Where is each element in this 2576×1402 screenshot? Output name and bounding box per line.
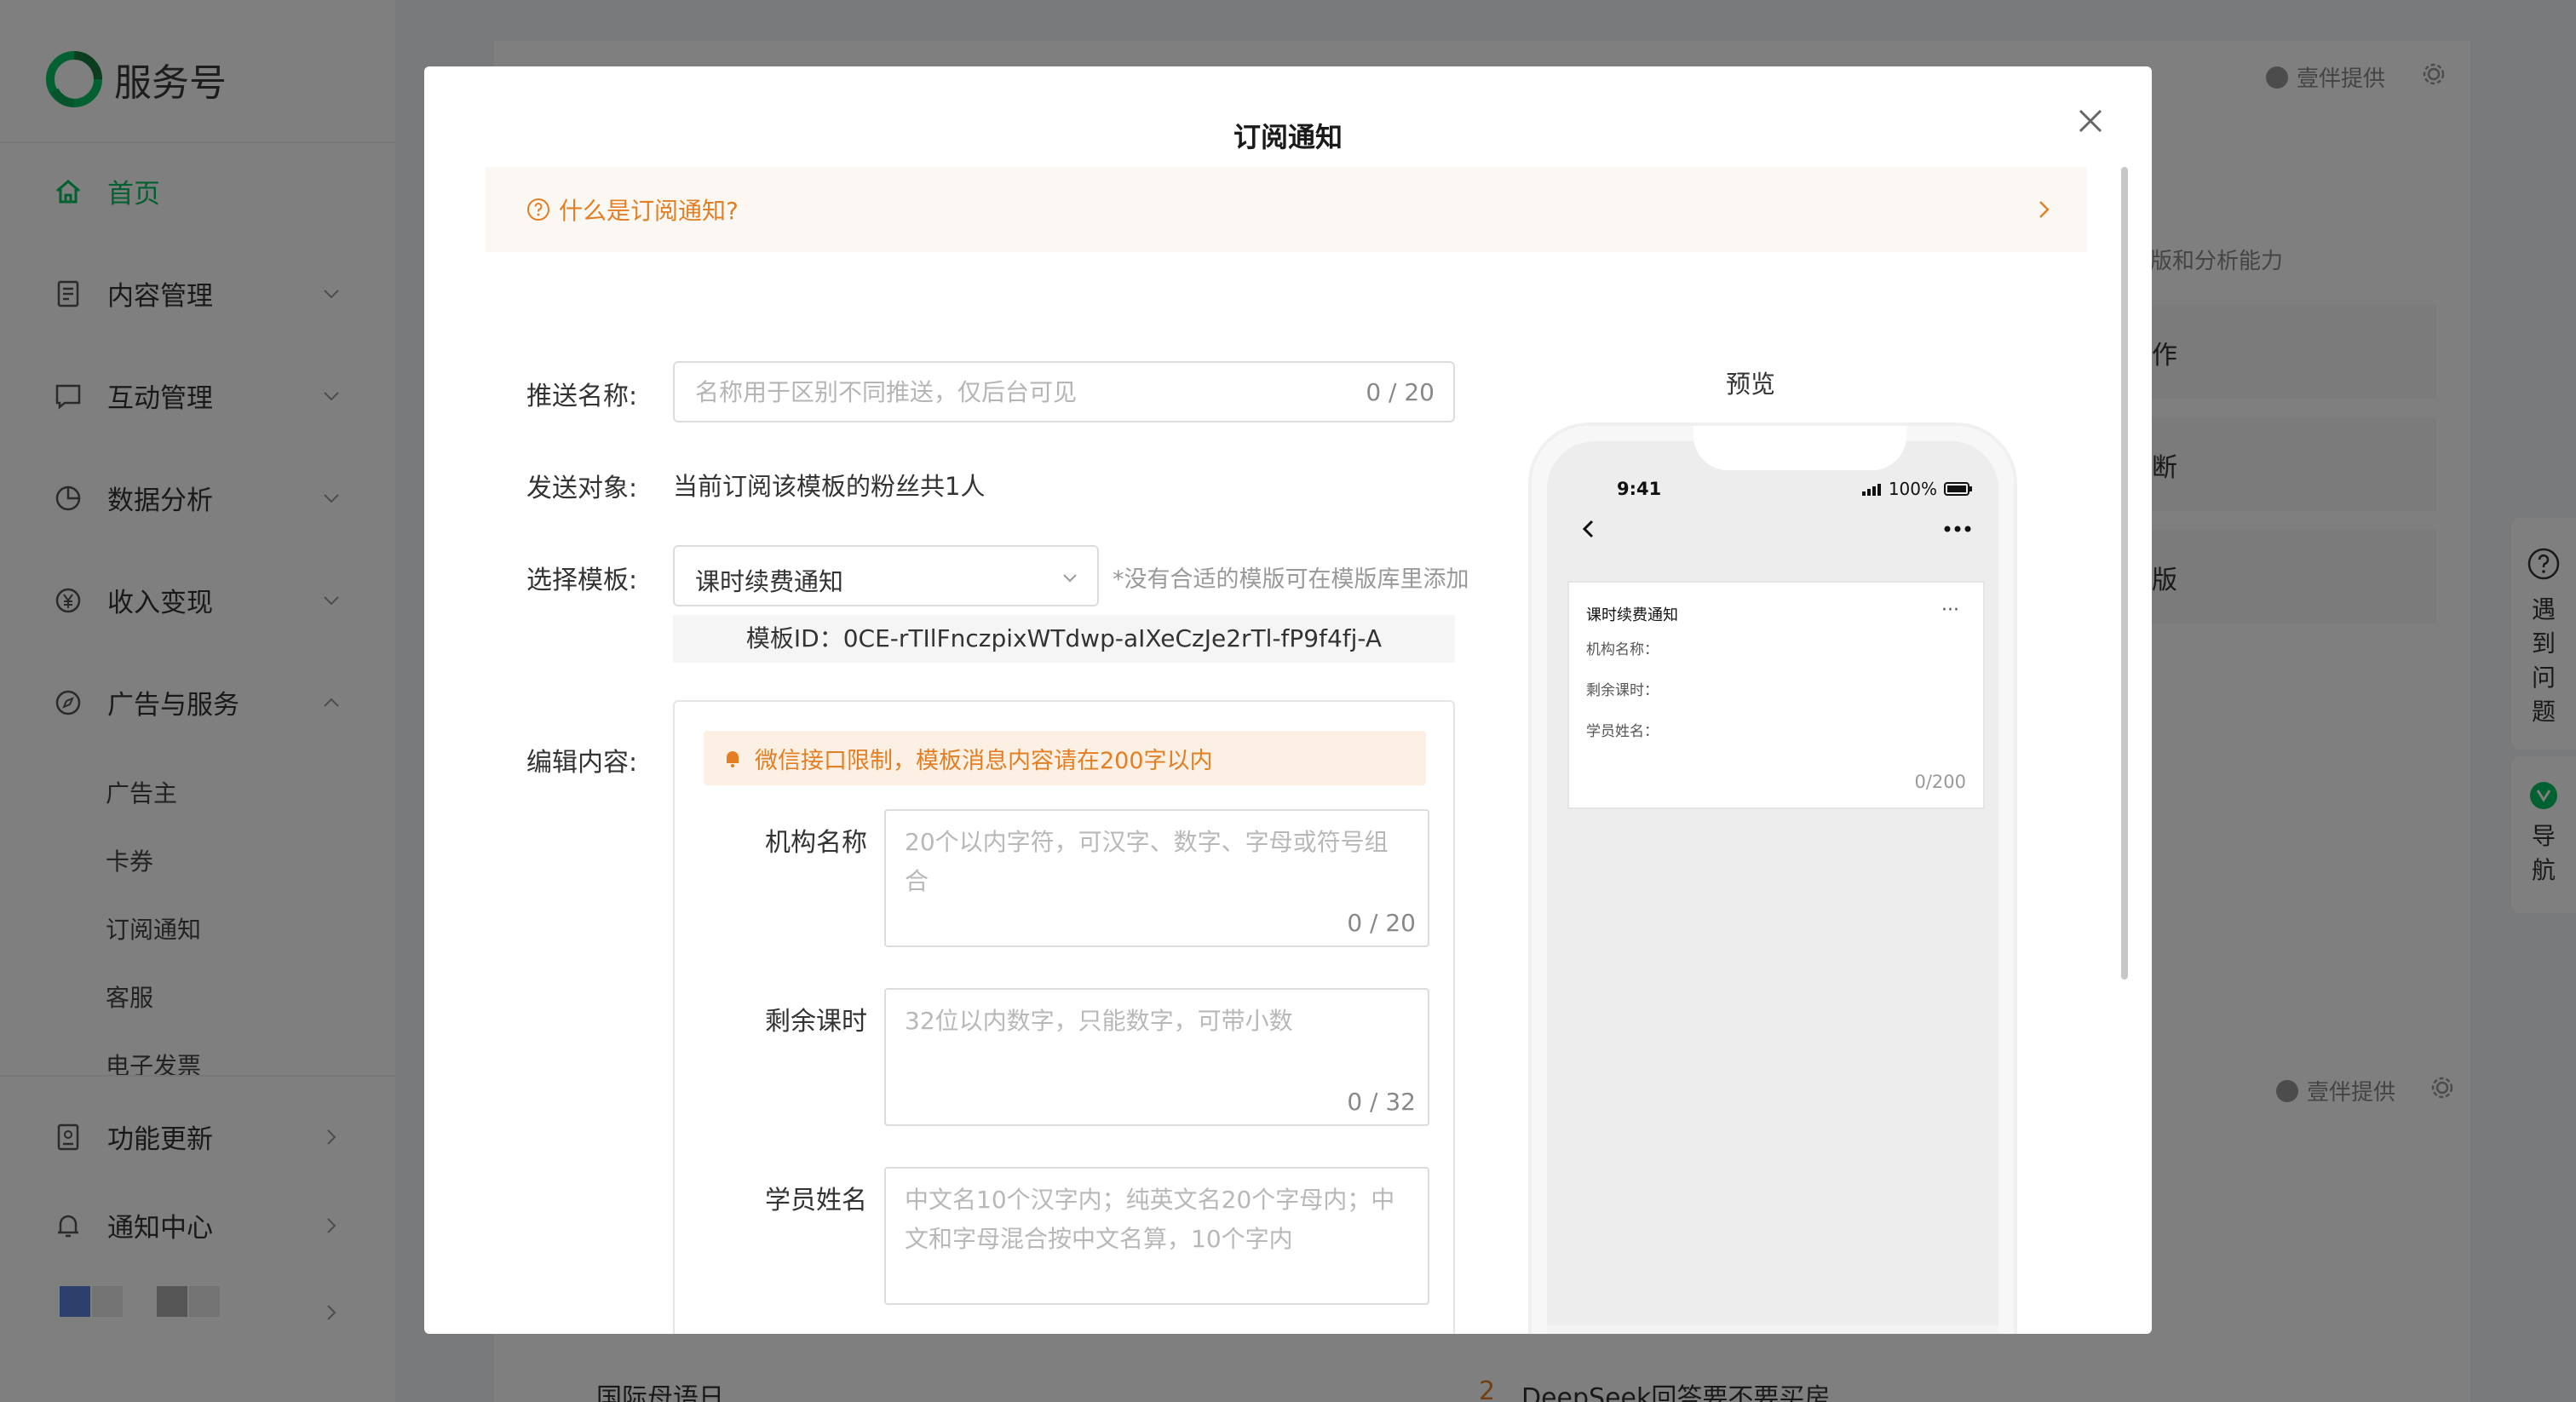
template-id: 模板ID：0CE-rTIlFnczpixWTdwp-aIXeCzJe2rTl-f… — [673, 615, 1455, 663]
phone-input-bar — [1547, 1325, 1998, 1334]
modal-title: 订阅通知 — [1233, 121, 1343, 153]
limit-warning-text: 微信接口限制，模板消息内容请在200字以内 — [755, 747, 1213, 774]
char-counter: 0 / 32 — [1347, 1088, 1416, 1116]
push-name-field[interactable]: 0 / 20 — [673, 361, 1455, 422]
status-time: 9:41 — [1617, 479, 1662, 499]
card-char-counter: 0/200 — [1914, 772, 1966, 792]
edit-content-label: 编辑内容: — [526, 748, 638, 778]
param-label-org-name: 机构名称 — [765, 828, 867, 858]
push-name-input[interactable] — [695, 363, 1325, 421]
char-counter: 0 / 20 — [1366, 378, 1435, 406]
param-field-org-name[interactable]: 0 / 20 — [884, 809, 1429, 947]
template-hint: *没有合适的模版可在模版库里添加 — [1113, 566, 1469, 593]
template-selected-value: 课时续费通知 — [695, 567, 844, 596]
battery-icon — [1944, 482, 1972, 496]
preview-title: 预览 — [1725, 370, 1775, 399]
char-counter: 0 / 20 — [1347, 909, 1416, 937]
phone-notch — [1693, 426, 1906, 470]
chevron-down-icon — [1063, 574, 1077, 583]
more-icon: ··· — [1941, 600, 1959, 621]
back-icon — [1582, 520, 1594, 538]
modal-scrollbar[interactable] — [2121, 167, 2128, 980]
card-field: 学员姓名： — [1586, 723, 1659, 740]
org-name-input[interactable] — [905, 823, 1407, 908]
chevron-right-icon — [2039, 201, 2050, 218]
banner-label: 什么是订阅通知? — [559, 197, 739, 225]
template-select[interactable]: 课时续费通知 — [673, 545, 1099, 606]
close-icon[interactable] — [2068, 99, 2113, 143]
param-label-remaining-hours: 剩余课时 — [765, 1007, 867, 1037]
remaining-hours-input[interactable] — [905, 1002, 1407, 1087]
what-is-subscription-banner[interactable]: 什么是订阅通知? — [486, 167, 2087, 252]
param-field-student-name[interactable] — [884, 1167, 1429, 1305]
card-field: 机构名称： — [1586, 641, 1659, 658]
student-name-input[interactable] — [905, 1181, 1407, 1266]
phone-preview: 9:41 100% 课时续费通知 ··· 机构名称： 剩余课时： 学员姓名： 0 — [1528, 422, 2017, 1334]
push-name-label: 推送名称: — [526, 382, 638, 411]
more-icon — [1944, 526, 1971, 532]
question-circle-icon — [527, 198, 549, 221]
limit-warning: 微信接口限制，模板消息内容请在200字以内 — [704, 731, 1426, 785]
subscription-notice-modal: 订阅通知 什么是订阅通知? 推送名称: 0 / 20 发送对象: 当前订阅该模板… — [424, 66, 2152, 1334]
template-label: 选择模板: — [526, 566, 638, 595]
phone-screen: 9:41 100% 课时续费通知 ··· 机构名称： 剩余课时： 学员姓名： 0 — [1547, 441, 1998, 1334]
template-message-card: 课时续费通知 ··· 机构名称： 剩余课时： 学员姓名： 0/200 — [1567, 581, 1985, 809]
edit-content-panel: 微信接口限制，模板消息内容请在200字以内 机构名称 0 / 20 剩余课时 0… — [673, 700, 1455, 1334]
send-target-value: 当前订阅该模板的粉丝共1人 — [673, 472, 986, 501]
card-field: 剩余课时： — [1586, 682, 1659, 699]
modal-body: 什么是订阅通知? 推送名称: 0 / 20 发送对象: 当前订阅该模板的粉丝共1… — [486, 167, 2087, 1334]
bell-icon — [725, 751, 740, 767]
status-icons: 100% — [1861, 479, 1973, 499]
card-title: 课时续费通知 — [1586, 606, 1678, 624]
signal-icon — [1861, 484, 1881, 496]
battery-percent: 100% — [1888, 479, 1937, 499]
param-field-remaining-hours[interactable]: 0 / 32 — [884, 988, 1429, 1126]
send-target-label: 发送对象: — [526, 474, 638, 503]
param-label-student-name: 学员姓名 — [765, 1186, 867, 1215]
